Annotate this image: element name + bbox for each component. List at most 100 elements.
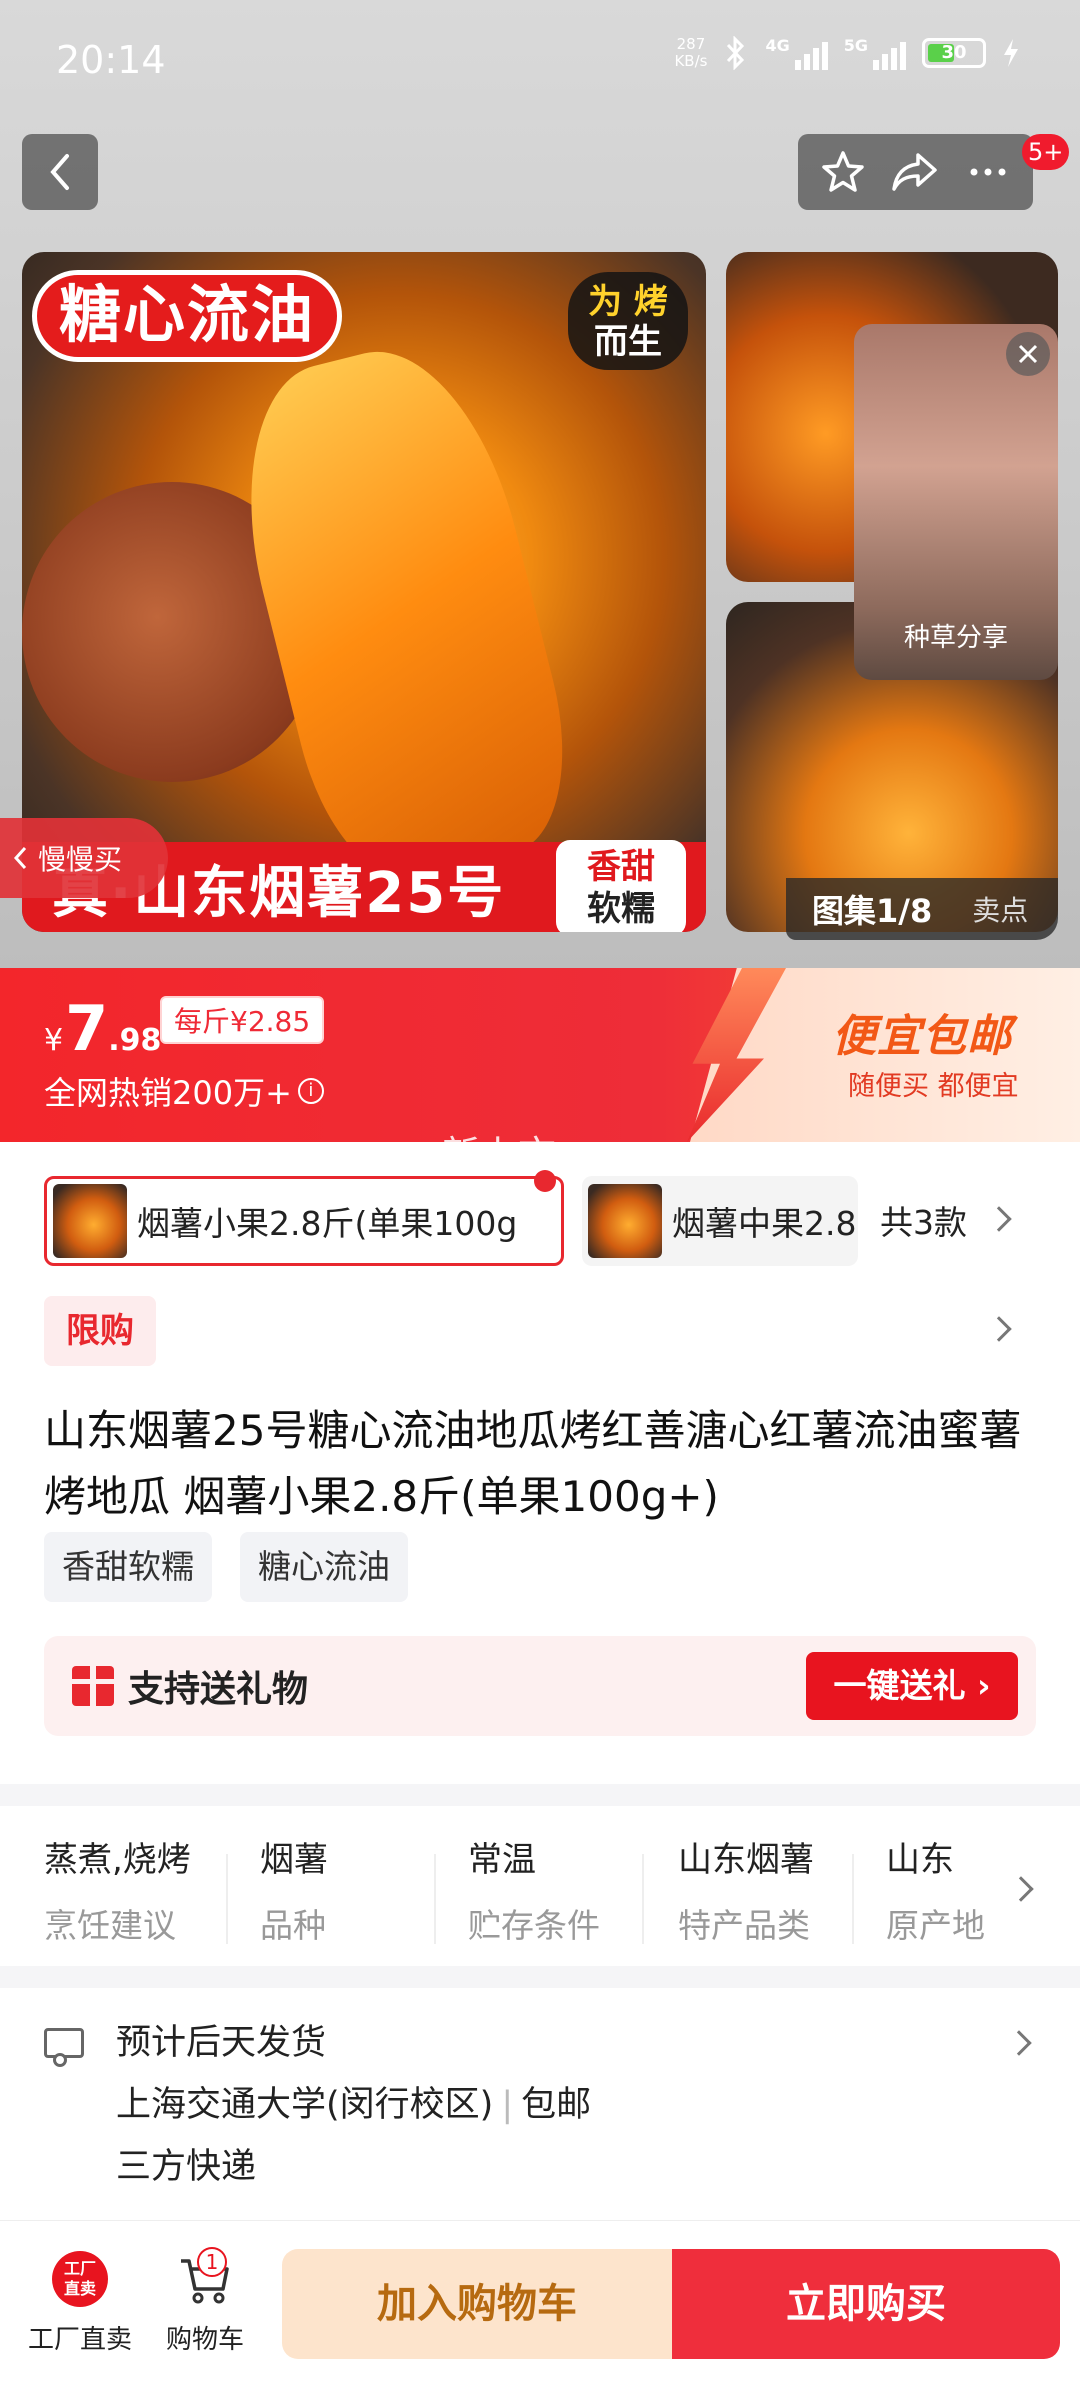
signal-5g-icon: 5G bbox=[844, 36, 906, 70]
shipping-section[interactable]: 预计后天发货 上海交通大学(闵行校区) | 包邮 三方快递 bbox=[0, 1992, 1080, 2222]
sku-option[interactable]: 烟薯中果2.8 bbox=[582, 1176, 858, 1266]
shipping-address-line: 上海交通大学(闵行校区) | 包邮 bbox=[116, 2076, 591, 2127]
truck-icon bbox=[44, 2028, 84, 2067]
slow-buy-tab[interactable]: 慢慢买 bbox=[0, 818, 168, 898]
share-icon[interactable] bbox=[890, 149, 940, 195]
image-banner-tag-line1: 香甜 bbox=[587, 847, 655, 887]
net-speed-value: 287 bbox=[676, 35, 706, 53]
status-icons: 287 KB/s 4G 5G 30 bbox=[674, 36, 1020, 70]
spec-key: 原产地 bbox=[886, 1906, 985, 1945]
spec-value: 烟薯 bbox=[260, 1840, 328, 1880]
video-close-button[interactable] bbox=[1006, 332, 1050, 376]
message-badge: 5+ bbox=[1022, 134, 1070, 170]
purchase-limit-tag[interactable]: 限购 bbox=[44, 1296, 156, 1366]
factory-direct-icon: 工厂 直卖 bbox=[52, 2251, 108, 2307]
sku-thumbnail bbox=[53, 1184, 127, 1258]
image-tag-roast: 为 烤 而生 bbox=[568, 272, 688, 370]
gallery-counter-text: 图集1/8 bbox=[812, 892, 933, 930]
clock: 20:14 bbox=[56, 38, 166, 82]
gift-icon bbox=[72, 1666, 114, 1706]
cart-label: 购物车 bbox=[165, 2325, 244, 2355]
slow-buy-label: 慢慢买 bbox=[38, 843, 123, 876]
cart-icon: 1 bbox=[177, 2247, 233, 2307]
selling-points-link[interactable]: 卖点 bbox=[972, 889, 1028, 929]
star-icon[interactable] bbox=[820, 149, 866, 195]
spec-value: 常温 bbox=[468, 1840, 536, 1880]
spec-divider bbox=[434, 1854, 436, 1944]
potato-flesh-graphic bbox=[212, 328, 592, 896]
hot-sale-info[interactable]: 全网热销200万+ i bbox=[44, 1068, 324, 1114]
price-decimal: .98 bbox=[108, 1023, 162, 1058]
factory-direct-label: 工厂直卖 bbox=[27, 2325, 132, 2355]
spec-key: 贮存条件 bbox=[468, 1906, 600, 1945]
back-button[interactable] bbox=[22, 134, 98, 210]
promo-subtitle: 随便买 都便宜 bbox=[848, 1071, 1019, 1102]
price-currency: ¥ bbox=[44, 1023, 64, 1058]
spec-value: 蒸煮,烧烤 bbox=[44, 1840, 191, 1880]
shipping-separator: | bbox=[501, 2085, 514, 2125]
section-divider bbox=[0, 1966, 1080, 1988]
promo-title: 便宜包邮 bbox=[832, 1011, 1012, 1062]
spec-key: 品种 bbox=[260, 1906, 326, 1945]
video-share-card[interactable]: 种草分享 bbox=[854, 324, 1058, 680]
chevron-right-icon[interactable] bbox=[986, 1316, 1012, 1342]
feature-tag: 香甜软糯 bbox=[44, 1532, 212, 1602]
free-shipping: 包邮 bbox=[521, 2085, 592, 2125]
spec-value: 山东烟薯 bbox=[678, 1840, 814, 1880]
hot-sale-text: 全网热销200万+ bbox=[44, 1074, 292, 1112]
gift-bar: 支持送礼物 一键送礼 › bbox=[44, 1636, 1036, 1736]
spec-item: 蒸煮,烧烤 烹饪建议 bbox=[44, 1832, 244, 1947]
cart-button[interactable]: 1 购物车 bbox=[150, 2247, 260, 2356]
net-speed: 287 KB/s bbox=[674, 36, 707, 70]
spec-divider bbox=[852, 1854, 854, 1944]
charging-icon bbox=[1004, 39, 1018, 67]
spec-key: 烹饪建议 bbox=[44, 1906, 176, 1945]
factory-icon-line2: 直卖 bbox=[63, 2279, 96, 2298]
send-gift-button[interactable]: 一键送礼 › bbox=[806, 1652, 1018, 1720]
battery-icon: 30 bbox=[922, 38, 986, 68]
chevron-right-icon bbox=[1008, 1876, 1034, 1902]
image-banner-tag: 香甜 软糯 bbox=[556, 840, 686, 932]
shipping-eta: 预计后天发货 bbox=[116, 2023, 327, 2063]
chevron-left-icon bbox=[13, 846, 27, 870]
sku-option-selected[interactable]: 烟薯小果2.8斤(单果100g bbox=[44, 1176, 564, 1266]
signal-5g-label: 5G bbox=[843, 36, 868, 55]
sku-new-dot bbox=[534, 1170, 556, 1192]
more-icon[interactable] bbox=[965, 149, 1011, 195]
chevron-right-icon[interactable] bbox=[986, 1206, 1012, 1232]
spec-value: 山东 bbox=[886, 1840, 954, 1880]
signal-4g-label: 4G bbox=[765, 36, 790, 55]
spec-divider bbox=[226, 1854, 228, 1944]
info-icon: i bbox=[297, 1078, 324, 1104]
spec-item: 常温 贮存条件 bbox=[468, 1832, 668, 1947]
sku-thumbnail bbox=[588, 1184, 662, 1258]
sku-count[interactable]: 共3款 bbox=[880, 1196, 967, 1244]
section-divider bbox=[0, 1784, 1080, 1806]
spec-item: 山东烟薯 特产品类 bbox=[678, 1832, 878, 1947]
price: ¥ 7 .98 bbox=[44, 992, 161, 1065]
image-tag-roast-line2: 而生 bbox=[594, 322, 662, 362]
status-bar: 20:14 287 KB/s 4G 5G 30 bbox=[0, 0, 1080, 120]
chevron-left-icon bbox=[50, 154, 69, 190]
spec-row[interactable]: 蒸煮,烧烤 烹饪建议 烟薯 品种 常温 贮存条件 山东烟薯 特产品类 山东 原产… bbox=[0, 1814, 1080, 1964]
factory-direct-button[interactable]: 工厂 直卖 工厂直卖 bbox=[20, 2251, 140, 2356]
sku-label: 烟薯小果2.8斤(单果100g bbox=[137, 1204, 518, 1243]
shipping-address: 上海交通大学(闵行校区) bbox=[116, 2085, 494, 2125]
spec-item: 烟薯 品种 bbox=[260, 1832, 460, 1947]
header-actions bbox=[798, 134, 1033, 210]
shipping-carrier: 三方快递 bbox=[116, 2147, 257, 2187]
signal-4g-icon: 4G bbox=[765, 36, 828, 70]
battery-level: 30 bbox=[941, 42, 967, 63]
buy-now-button[interactable]: 立即购买 bbox=[672, 2249, 1060, 2359]
unit-price-badge: 每斤¥2.85 bbox=[160, 996, 325, 1044]
video-caption: 种草分享 bbox=[903, 623, 1008, 653]
spec-item: 山东 原产地 bbox=[886, 1832, 1006, 1947]
gallery-counter[interactable]: 图集1/8 卖点 bbox=[786, 878, 1058, 940]
image-tag-roast-b: 烤 bbox=[633, 282, 668, 322]
image-tag-roast-a: 为 bbox=[588, 282, 623, 322]
factory-icon-line1: 工厂 bbox=[63, 2259, 96, 2278]
spec-divider bbox=[642, 1854, 644, 1944]
bottom-action-bar: 工厂 直卖 工厂直卖 1 购物车 加入购物车 立即购买 bbox=[0, 2220, 1080, 2400]
image-tag-sweet: 糖心流油 bbox=[32, 270, 343, 362]
add-to-cart-button[interactable]: 加入购物车 bbox=[282, 2249, 672, 2359]
